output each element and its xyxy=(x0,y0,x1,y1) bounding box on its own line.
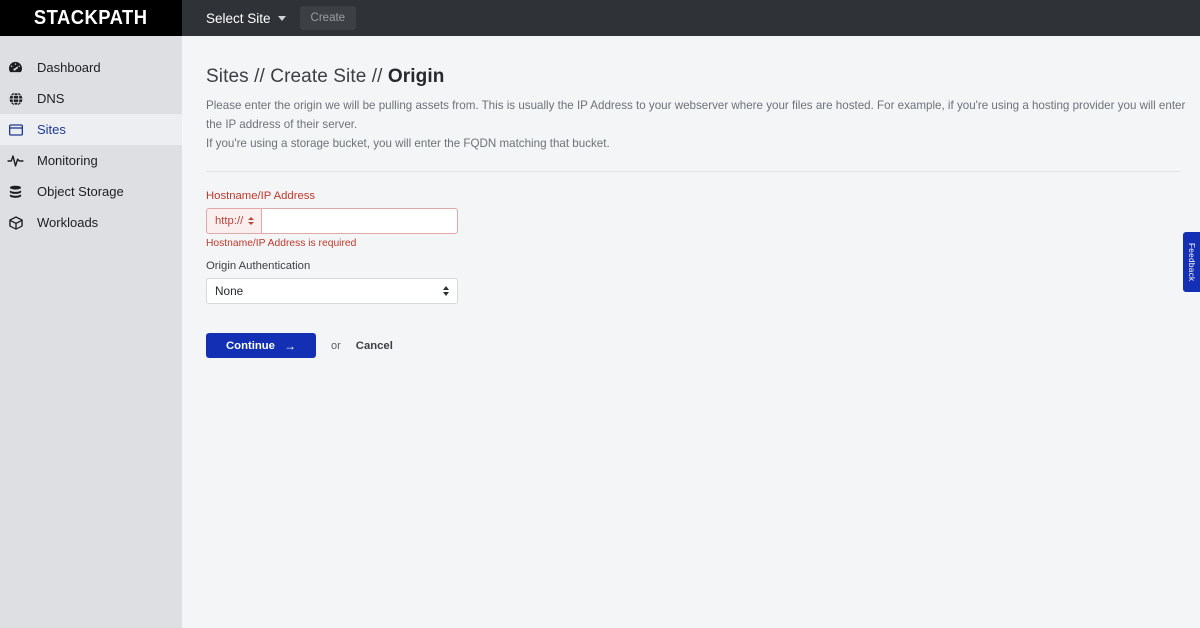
origin-auth-select[interactable]: None xyxy=(206,278,458,305)
stepper-icon xyxy=(248,217,255,226)
gauge-icon xyxy=(7,59,24,76)
cube-icon xyxy=(7,214,24,231)
logo-text: STACKPATH xyxy=(34,6,148,29)
page-title: Sites // Create Site // Origin xyxy=(206,66,1200,88)
sidebar-item-label: Monitoring xyxy=(37,153,98,168)
sidebar-item-label: DNS xyxy=(37,91,65,106)
logo[interactable]: STACKPATH xyxy=(0,0,182,36)
sidebar-item-monitoring[interactable]: Monitoring xyxy=(0,145,182,176)
sidebar-item-object-storage[interactable]: Object Storage xyxy=(0,176,182,207)
continue-button-label: Continue xyxy=(226,339,275,352)
app-root: STACKPATH Select Site Create Dashboard D… xyxy=(0,0,1200,628)
origin-auth-select-wrapper: None xyxy=(206,278,458,305)
page-description-line-2: If you're using a storage bucket, you wi… xyxy=(206,136,610,150)
feedback-tab[interactable]: Feedback xyxy=(1183,232,1200,292)
origin-auth-field: Origin Authentication None xyxy=(206,260,1200,305)
database-icon xyxy=(7,183,24,200)
breadcrumb-prefix: Sites // Create Site // xyxy=(206,66,388,87)
site-selector[interactable]: Select Site xyxy=(206,11,286,26)
feedback-tab-label: Feedback xyxy=(1187,242,1196,282)
page-description-line-1: Please enter the origin we will be pulli… xyxy=(206,99,1186,131)
sidebar-item-label: Workloads xyxy=(37,215,99,230)
pulse-icon xyxy=(7,152,24,169)
chevron-down-icon xyxy=(277,15,286,21)
scheme-value: http:// xyxy=(215,215,244,228)
globe-icon xyxy=(7,90,24,107)
sidebar-item-label: Dashboard xyxy=(37,60,101,75)
create-button[interactable]: Create xyxy=(299,6,357,30)
origin-auth-label: Origin Authentication xyxy=(206,260,311,273)
hostname-label: Hostname/IP Address xyxy=(206,190,316,203)
browser-icon xyxy=(7,121,24,138)
sidebar-item-dashboard[interactable]: Dashboard xyxy=(0,52,182,83)
main-content: Sites // Create Site // Origin Please en… xyxy=(182,36,1200,628)
hostname-input-group: http:// xyxy=(206,208,458,235)
sidebar-item-label: Object Storage xyxy=(37,184,124,199)
top-bar: STACKPATH Select Site Create xyxy=(0,0,1200,36)
sidebar: Dashboard DNS Sites Monitoring Object St… xyxy=(0,36,182,628)
or-separator: or xyxy=(331,339,341,352)
hostname-input[interactable] xyxy=(261,208,458,235)
site-selector-label: Select Site xyxy=(206,10,271,26)
sidebar-item-label: Sites xyxy=(37,122,66,137)
hostname-error-message: Hostname/IP Address is required xyxy=(206,238,357,250)
form-actions: Continue → or Cancel xyxy=(206,333,1200,359)
page-description: Please enter the origin we will be pulli… xyxy=(206,97,1196,153)
arrow-right-icon: → xyxy=(283,338,296,353)
breadcrumb-current: Origin xyxy=(387,66,445,87)
sidebar-item-workloads[interactable]: Workloads xyxy=(0,207,182,238)
sidebar-item-dns[interactable]: DNS xyxy=(0,83,182,114)
origin-form: Hostname/IP Address http:// Hostname/IP … xyxy=(206,172,1200,359)
sidebar-item-sites[interactable]: Sites xyxy=(0,114,182,145)
scheme-select[interactable]: http:// xyxy=(206,208,262,235)
top-bar-controls: Select Site Create xyxy=(182,0,1200,36)
continue-button[interactable]: Continue → xyxy=(206,333,316,359)
cancel-button[interactable]: Cancel xyxy=(356,340,393,352)
